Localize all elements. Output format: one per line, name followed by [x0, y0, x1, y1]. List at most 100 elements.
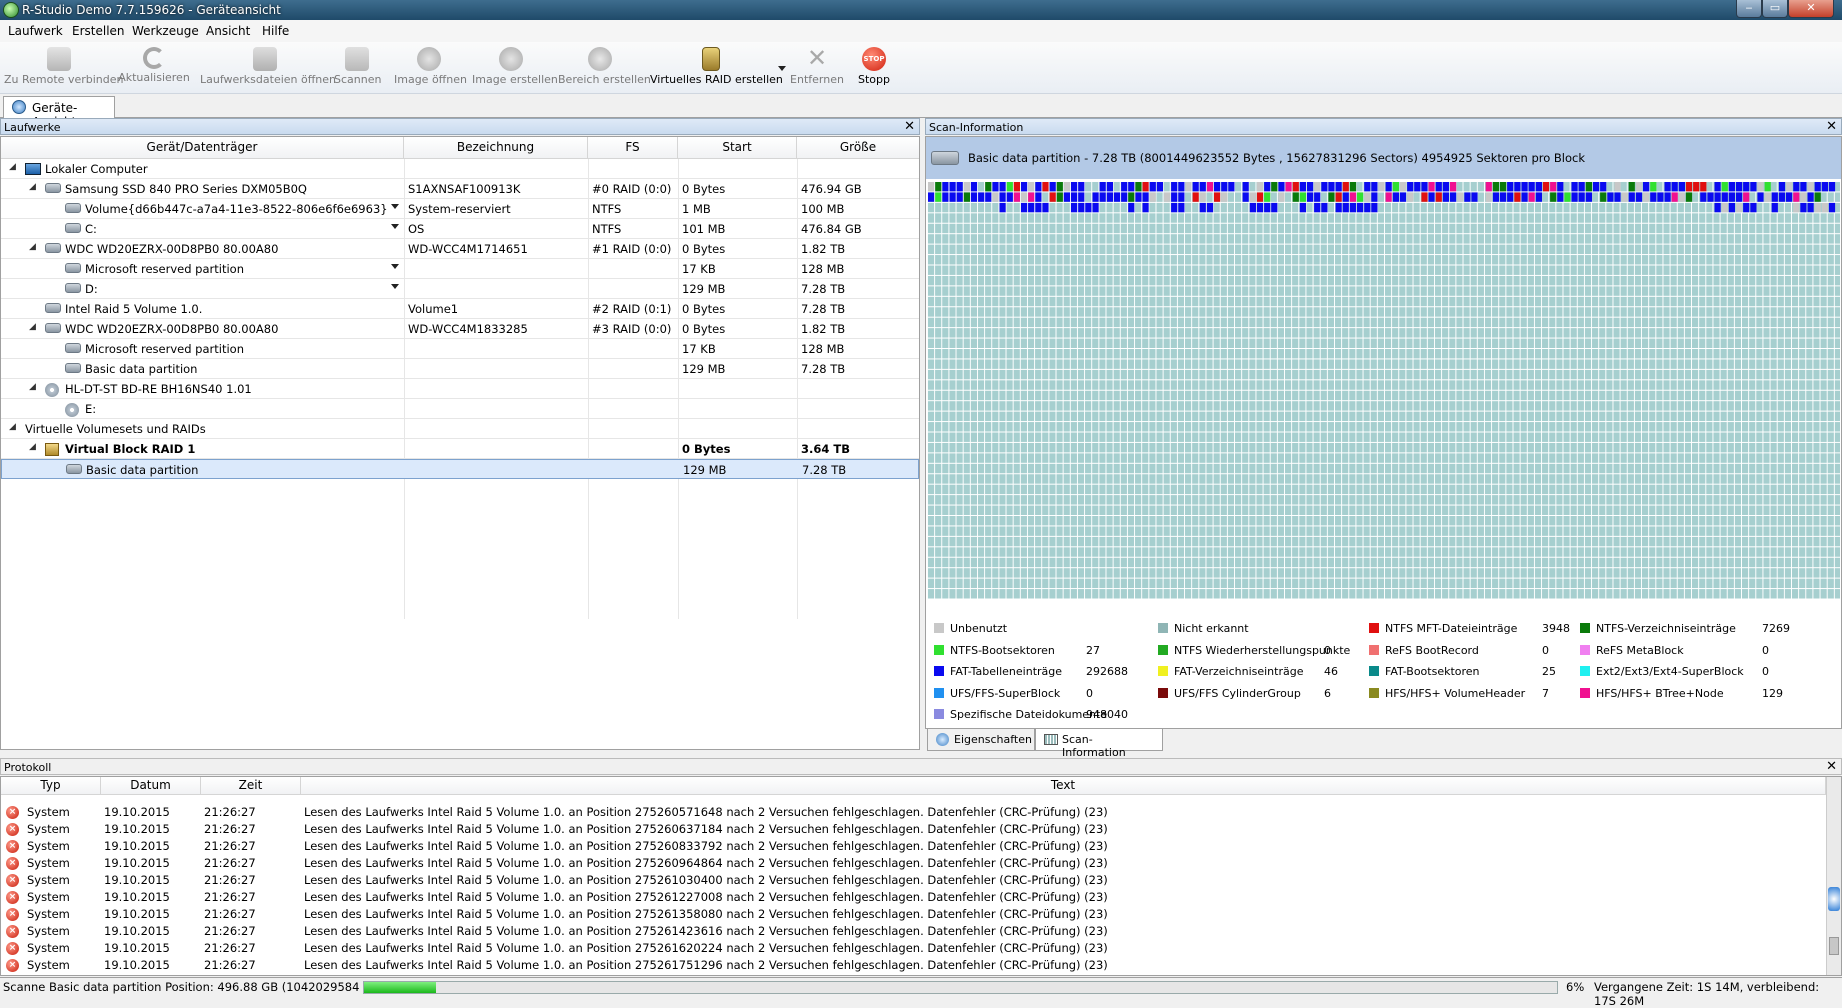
legend-swatch — [1580, 666, 1590, 676]
refresh-button[interactable]: Aktualisieren — [118, 44, 190, 92]
close-button[interactable]: ✕ — [1788, 0, 1834, 18]
menu-erstellen[interactable]: Erstellen — [72, 24, 125, 38]
log-text: Lesen des Laufwerks Intel Raid 5 Volume … — [304, 873, 1108, 887]
partition-dropdown-arrow[interactable] — [391, 204, 399, 209]
drive-row[interactable]: E: — [1, 399, 919, 419]
col-label[interactable]: Bezeichnung — [404, 137, 588, 159]
partition-dropdown-arrow[interactable] — [391, 284, 399, 289]
log-row[interactable]: × System 19.10.2015 21:26:27 Lesen des Laufw… — [1, 838, 1826, 855]
tab-properties[interactable]: Eigenschaften — [927, 729, 1035, 751]
col-size[interactable]: Größe — [797, 137, 919, 159]
stop-button[interactable]: STOP Stopp — [854, 44, 894, 92]
map-block — [935, 182, 942, 192]
drive-row[interactable]: ◢ WDC WD20EZRX-00D8PB0 80.00A80 WD-WCC4M18… — [1, 319, 919, 339]
virtual-raid-button[interactable]: Virtuelles RAID erstellen — [650, 44, 783, 92]
map-block — [1314, 182, 1321, 192]
remote-connect-button[interactable]: Zu Remote verbinden — [4, 44, 123, 92]
error-icon: × — [6, 908, 19, 921]
scan-panel-header: Scan-Information ✕ — [925, 118, 1842, 135]
drive-name: Samsung SSD 840 PRO Series DXM05B0Q — [65, 182, 307, 196]
log-row[interactable]: × System 19.10.2015 21:26:27 Lesen des Laufw… — [1, 940, 1826, 957]
map-block — [1206, 182, 1214, 192]
scan-progress-fill — [364, 982, 436, 993]
drive-row[interactable]: ◢ Lokaler Computer — [1, 159, 919, 179]
map-block — [1564, 192, 1571, 202]
map-block — [1171, 192, 1178, 202]
drive-row[interactable]: C: OS NTFS 101 MB 476.84 GB — [1, 219, 919, 239]
tab-device-view[interactable]: Geräte-Ansicht — [3, 96, 115, 129]
map-block — [1778, 192, 1786, 202]
drive-row[interactable]: Basic data partition 129 MB 7.28 TB — [1, 459, 919, 479]
drive-row[interactable]: Intel Raid 5 Volume 1.0. Volume1 #2 RAID (… — [1, 299, 919, 319]
drive-label: System-reserviert — [408, 202, 511, 216]
log-row[interactable]: × System 19.10.2015 21:26:27 Lesen des Laufw… — [1, 906, 1826, 923]
partition-dropdown-arrow[interactable] — [391, 224, 399, 229]
col-date[interactable]: Datum — [101, 777, 201, 795]
col-start[interactable]: Start — [678, 137, 797, 159]
map-block — [970, 192, 978, 202]
protocol-panel-close-icon[interactable]: ✕ — [1826, 759, 1837, 774]
log-row[interactable]: × System 19.10.2015 21:26:27 Lesen des Laufw… — [1, 821, 1826, 838]
drive-row[interactable]: ◢ WDC WD20EZRX-00D8PB0 80.00A80 WD-WCC4M17… — [1, 239, 919, 259]
log-row[interactable]: × System 19.10.2015 21:26:27 Lesen des Laufw… — [1, 855, 1826, 872]
expand-arrow-icon[interactable]: ◢ — [29, 382, 36, 392]
log-row[interactable]: × System 19.10.2015 21:26:27 Lesen des Laufw… — [1, 957, 1826, 974]
create-region-button[interactable]: Bereich erstellen — [558, 44, 651, 92]
drives-panel-close-icon[interactable]: ✕ — [904, 119, 915, 134]
map-block — [1500, 192, 1507, 202]
col-text[interactable]: Text — [301, 777, 1826, 795]
drive-row[interactable]: ◢ HL-DT-ST BD-RE BH16NS40 1.01 — [1, 379, 919, 399]
expand-arrow-icon[interactable]: ◢ — [29, 442, 36, 452]
col-time[interactable]: Zeit — [201, 777, 301, 795]
open-image-button[interactable]: Image öffnen — [394, 44, 467, 92]
map-block — [1171, 202, 1178, 213]
remove-button[interactable]: ✕ Entfernen — [790, 44, 844, 92]
log-row[interactable]: × System 19.10.2015 21:26:27 Lesen des Laufw… — [1, 804, 1826, 821]
drive-row[interactable]: ◢ Virtuelle Volumesets und RAIDs — [1, 419, 919, 439]
map-block — [1807, 192, 1814, 202]
create-image-button[interactable]: Image erstellen — [472, 44, 558, 92]
menu-ansicht[interactable]: Ansicht — [206, 24, 250, 38]
hard-disk-icon — [45, 303, 61, 313]
menu-werkzeuge[interactable]: Werkzeuge — [132, 24, 199, 38]
drive-row[interactable]: ◢ Virtual Block RAID 1 0 Bytes 3.64 TB — [1, 439, 919, 459]
virtual-raid-dropdown-arrow[interactable] — [778, 66, 786, 71]
scan-panel-close-icon[interactable]: ✕ — [1826, 119, 1837, 134]
protocol-scrollbar[interactable] — [1826, 777, 1841, 975]
expand-arrow-icon[interactable]: ◢ — [29, 182, 36, 192]
minimize-button[interactable]: ‒ — [1736, 0, 1762, 18]
map-block — [1307, 192, 1314, 202]
partition-dropdown-arrow[interactable] — [391, 264, 399, 269]
menu-laufwerk[interactable]: Laufwerk — [8, 24, 63, 38]
partition-icon — [66, 464, 82, 474]
drive-row[interactable]: ◢ Samsung SSD 840 PRO Series DXM05B0Q S1AX… — [1, 179, 919, 199]
tab-scan-information[interactable]: Scan-Information — [1035, 729, 1163, 759]
drive-row[interactable]: Microsoft reserved partition 17 KB 128 MB — [1, 339, 919, 359]
drive-start: 129 MB — [683, 463, 727, 477]
map-block — [928, 182, 935, 192]
col-type[interactable]: Typ — [1, 777, 101, 795]
status-bar: Scanne Basic data partition Position: 49… — [0, 977, 1842, 1008]
drive-row[interactable]: Microsoft reserved partition 17 KB 128 MB — [1, 259, 919, 279]
menu-hilfe[interactable]: Hilfe — [262, 24, 289, 38]
drive-row[interactable]: Basic data partition 129 MB 7.28 TB — [1, 359, 919, 379]
protocol-scroll-thumb[interactable] — [1829, 937, 1839, 955]
expand-arrow-icon[interactable]: ◢ — [29, 322, 36, 332]
expand-arrow-icon[interactable]: ◢ — [9, 162, 16, 172]
log-row[interactable]: × System 19.10.2015 21:26:27 Lesen des Laufw… — [1, 872, 1826, 889]
log-row[interactable]: × System 19.10.2015 21:26:27 Lesen des Laufw… — [1, 923, 1826, 940]
scan-button[interactable]: Scannen — [334, 44, 381, 92]
col-device[interactable]: Gerät/Datenträger — [1, 137, 404, 159]
map-block — [1385, 192, 1392, 202]
drive-row[interactable]: D: 129 MB 7.28 TB — [1, 279, 919, 299]
maximize-button[interactable]: ▭ — [1762, 0, 1788, 18]
open-drive-files-button[interactable]: Laufwerksdateien öffnen — [200, 44, 336, 92]
map-block — [1793, 192, 1800, 202]
remote-help-icon[interactable] — [1828, 887, 1840, 911]
log-row[interactable]: × System 19.10.2015 21:26:27 Lesen des Laufw… — [1, 889, 1826, 906]
col-fs[interactable]: FS — [588, 137, 678, 159]
log-date: 19.10.2015 — [104, 941, 170, 955]
expand-arrow-icon[interactable]: ◢ — [9, 422, 16, 432]
drive-row[interactable]: Volume{d66b447c-a7a4-11e3-8522-806e6f6e6… — [1, 199, 919, 219]
expand-arrow-icon[interactable]: ◢ — [29, 242, 36, 252]
